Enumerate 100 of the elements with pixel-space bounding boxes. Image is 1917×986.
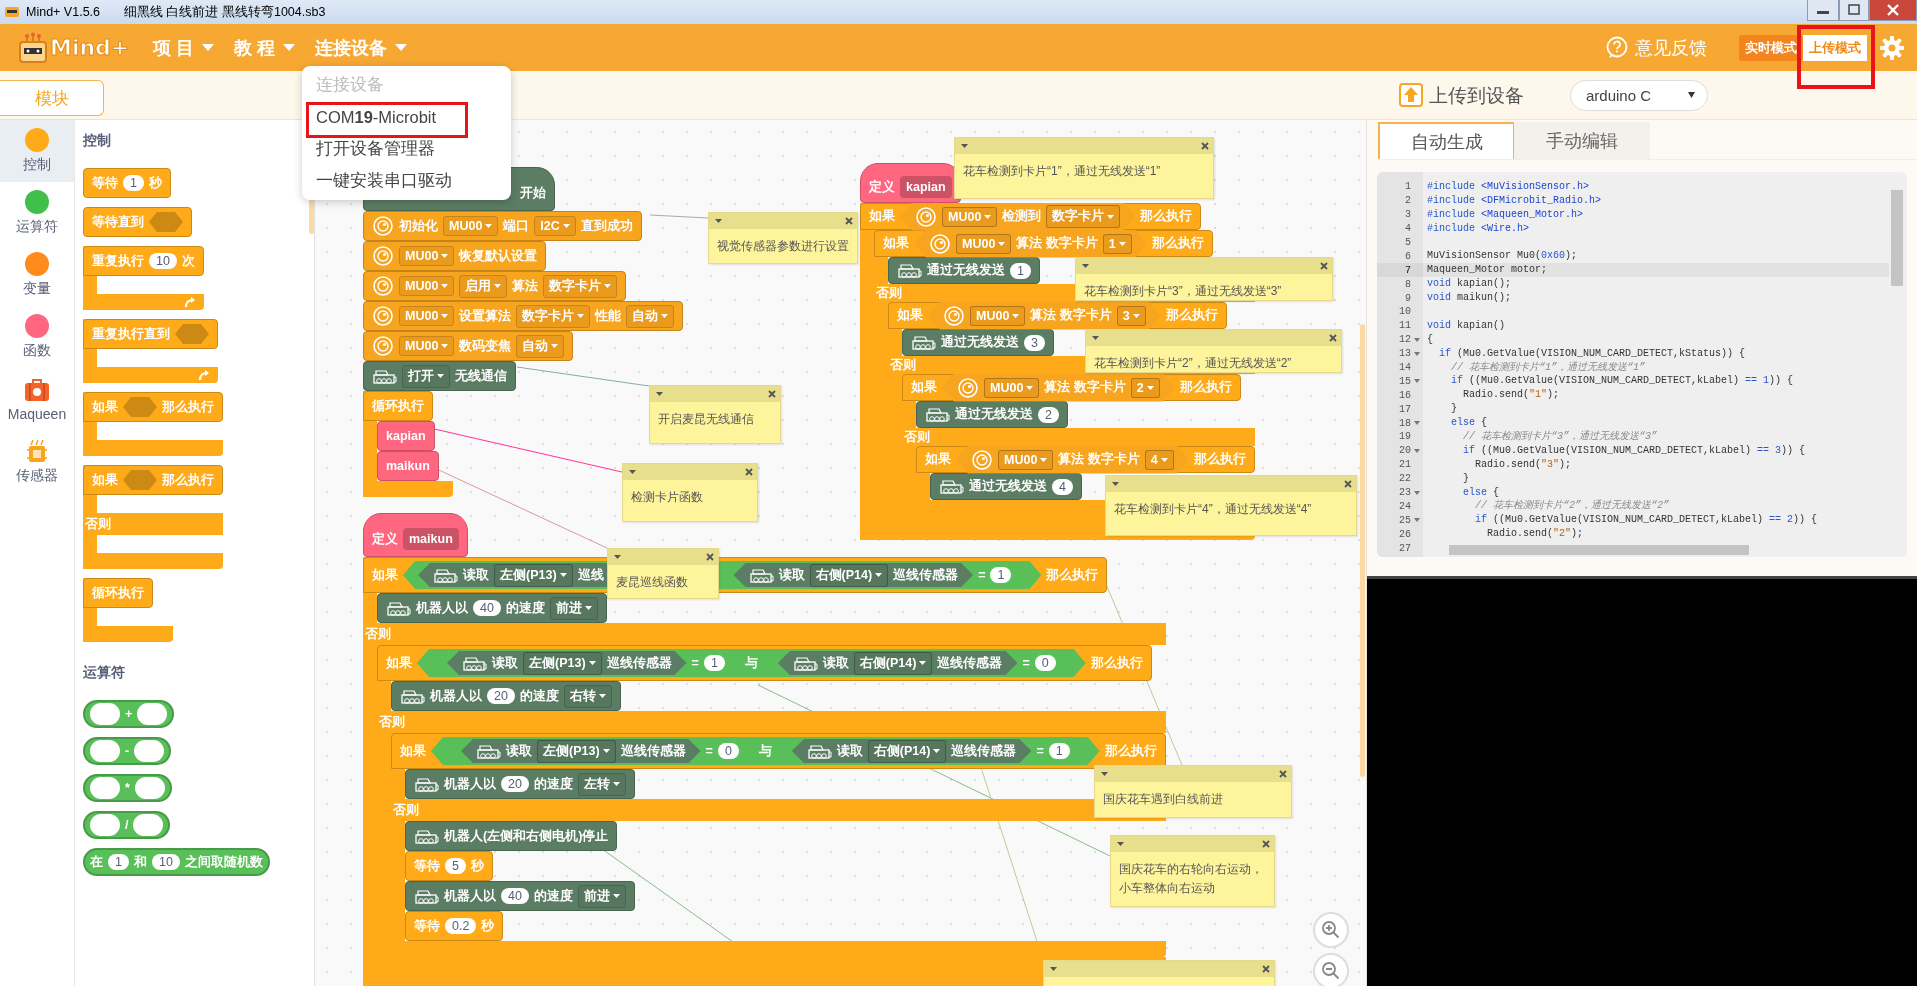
block-label: 如果 [925, 451, 951, 468]
block-label: 定义 [869, 178, 895, 196]
code-line: { [1426, 332, 1434, 347]
block-label: 否则 [876, 284, 902, 302]
code-line: else { [1450, 416, 1489, 430]
block-label: 算法 数字卡片 [1016, 235, 1098, 252]
function-name: kapian [900, 176, 952, 198]
block-label: 机器人(左侧和右侧电机)停止 [444, 827, 609, 845]
block-label: 等待 [414, 857, 440, 875]
block-label: 巡线传感器 [620, 742, 686, 760]
block-label: 巡线传感器 [606, 654, 672, 672]
logo-text: Mind+ [50, 35, 130, 60]
line-number: 21 [1399, 459, 1411, 471]
section-heading: 运算符 [83, 664, 125, 682]
block-label: 通过无线发送 [969, 478, 1047, 495]
block-label: 算法 数字卡片 [1044, 379, 1126, 396]
block-label: 如果 [92, 398, 118, 416]
line-number: 13 [1399, 348, 1411, 360]
block-label: 巡线传感器 [937, 654, 1003, 672]
code-line: if ((Mu0.GetValue(VISION_NUM_CARD_DETECT,kLabel) == 3)) { [1462, 443, 1807, 458]
block-label: 的速度 [519, 687, 559, 705]
block-label: 性能 [595, 307, 622, 325]
code-line: // 花车检测到卡片“1”，通过无线发送“1” [1450, 360, 1646, 375]
file-name: 细黑线 白线前进 黑线转弯1004.sb3 [124, 3, 326, 21]
block-label: 数码变焦 [459, 337, 512, 355]
block-label: 如果 [400, 742, 426, 760]
code-line: void kapian() [1426, 318, 1507, 333]
category-label: 运算符 [16, 218, 58, 236]
block-label: 那么执行 [162, 471, 214, 489]
line-number: 3 [1405, 209, 1411, 221]
block-label: 读取 [778, 566, 805, 584]
block-label: 重复执行直到 [92, 325, 170, 343]
section-heading: 控制 [83, 132, 111, 150]
block-label: = [978, 568, 986, 582]
block-label: 那么执行 [1151, 235, 1204, 252]
block-label: 机器人以 [444, 775, 496, 793]
window-title: Mind+ V1.5.6 [26, 5, 100, 19]
block-label: 通过无线发送 [941, 334, 1019, 351]
block-label: 如果 [372, 566, 398, 584]
code-line: #include <Wire.h> [1426, 221, 1531, 236]
block-label: 循环执行 [372, 397, 424, 415]
block-label: 秒 [470, 857, 484, 875]
block-label: 的速度 [505, 599, 545, 617]
block-label: 机器人以 [416, 599, 468, 617]
block-label: 巡线传感器 [951, 742, 1017, 760]
block-label: / [125, 818, 129, 832]
line-number: 25 [1399, 514, 1411, 526]
block-label: 和 [133, 853, 147, 871]
block-label: 开始 [520, 184, 546, 202]
block-label: 与 [744, 654, 758, 672]
block-label: 巡线 [577, 566, 604, 584]
code-line: else { [1462, 485, 1501, 499]
block-label: 如果 [897, 307, 923, 324]
line-number: 4 [1405, 223, 1411, 235]
code-line: void maikun(); [1426, 291, 1513, 305]
block-label: 如果 [92, 471, 118, 489]
block-label: 与 [758, 742, 772, 760]
line-number: 6 [1405, 250, 1411, 262]
line-number: 16 [1399, 389, 1411, 401]
category-label: 变量 [23, 280, 51, 298]
block-label: = [1036, 744, 1044, 758]
code-line: if ((Mu0.GetValue(VISION_NUM_CARD_DETECT,kLabel) == 2)) { [1474, 513, 1819, 528]
block-label: 设置算法 [459, 307, 512, 325]
block-label: 那么执行 [1165, 307, 1218, 324]
comment-text: 花车检测到卡片“1”，通过无线发送“1” [962, 163, 1162, 180]
code-line: #include <Maqueen_Motor.h> [1426, 207, 1585, 222]
block-label: 读取 [506, 742, 532, 760]
block-label: 无线通信 [455, 367, 507, 385]
block-label: 的速度 [533, 775, 573, 793]
code-line: #include <DFMicrobit_Radio.h> [1426, 193, 1603, 208]
block-label: * [125, 781, 130, 795]
code-line: } [1450, 402, 1458, 417]
line-number: 5 [1405, 237, 1411, 248]
block-label: 之间取随机数 [184, 853, 263, 871]
line-number: 27 [1399, 542, 1411, 554]
block-label: 否则 [379, 713, 405, 731]
line-number: 10 [1399, 306, 1411, 318]
block-label: 算法 数字卡片 [1058, 451, 1140, 468]
code-line: MuVisionSensor Mu0(0x60); [1426, 249, 1579, 264]
code-line: if (Mu0.GetValue(VISION_NUM_CARD_DETECT,kStatus)) { [1438, 346, 1747, 361]
code-line: void kapian(); [1426, 277, 1513, 292]
block-label: 算法 [512, 277, 539, 295]
code-line: Radio.send("3"); [1474, 457, 1573, 472]
block-label: maikun [386, 459, 430, 473]
line-number: 19 [1399, 431, 1411, 443]
line-number: 17 [1399, 403, 1411, 415]
block-label: 通过无线发送 [955, 406, 1033, 423]
code-line: // 花车检测到卡片“3”，通过无线发送“3” [1462, 430, 1658, 444]
block-label: 那么执行 [162, 398, 214, 416]
block-label: 如果 [911, 379, 937, 396]
code-line: // 花车检测到卡片“2”，通过无线发送“2” [1474, 499, 1671, 514]
line-number: 14 [1399, 362, 1411, 373]
block-label: 那么执行 [1193, 451, 1246, 468]
block-label: 次 [181, 252, 195, 270]
block-label: 否则 [393, 801, 419, 819]
function-name: maikun [403, 528, 459, 550]
block-label: 否则 [904, 428, 930, 446]
category-label: 函数 [23, 342, 51, 360]
block-label: 那么执行 [1140, 208, 1193, 225]
block-label: 否则 [890, 356, 916, 374]
